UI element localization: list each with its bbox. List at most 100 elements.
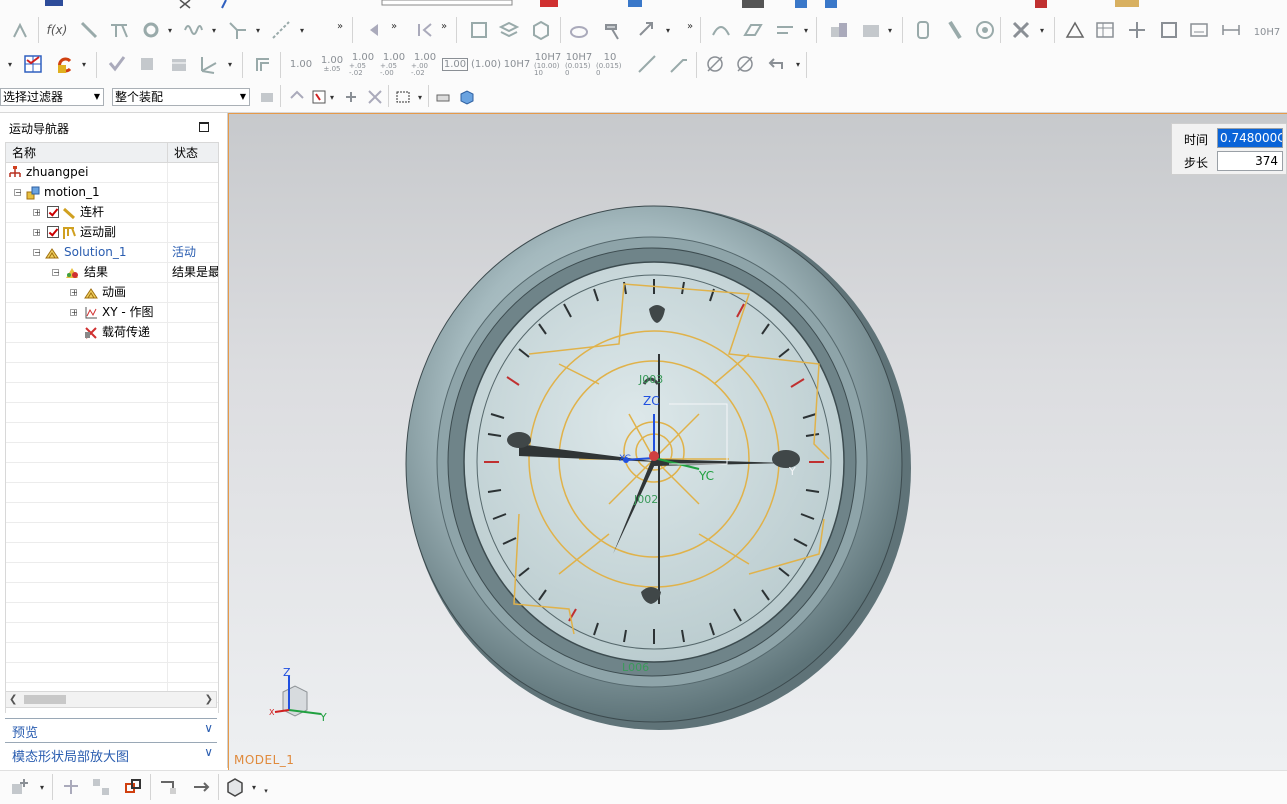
axes-icon[interactable]	[196, 52, 222, 76]
assembly-icon[interactable]	[826, 18, 852, 42]
cylinder-icon[interactable]	[910, 18, 936, 42]
spring-icon[interactable]	[180, 18, 206, 42]
dropdown-arrow[interactable]: ▾	[226, 52, 234, 76]
layers-icon[interactable]	[496, 18, 522, 42]
overflow-chevron-icon[interactable]: »	[336, 14, 344, 38]
dropdown-arrow[interactable]: ▾	[80, 52, 88, 76]
undo-redo-icon[interactable]	[52, 52, 78, 76]
sheet-icon[interactable]	[1186, 18, 1212, 42]
part-2-icon[interactable]	[166, 52, 192, 76]
clock-model-render[interactable]	[229, 114, 1287, 770]
move-component-icon[interactable]	[120, 775, 146, 799]
gear-icon[interactable]	[138, 18, 164, 42]
overflow-chevron-icon[interactable]: »	[686, 14, 694, 38]
expression-fx-button[interactable]: f(x)	[44, 18, 70, 42]
tree-row-results[interactable]: − 结果 结果是最	[6, 263, 218, 283]
marker-icon[interactable]	[268, 18, 294, 42]
preview-section-header[interactable]: 预览 ∨	[5, 718, 217, 741]
surface-icon[interactable]	[740, 18, 766, 42]
diameter-icon[interactable]	[702, 52, 728, 76]
tolerance-button[interactable]: 1.00	[287, 52, 315, 76]
ribbon-top-icons[interactable]	[0, 0, 1287, 12]
expand-toggle-icon[interactable]: +	[70, 289, 78, 297]
hammer-icon[interactable]	[600, 18, 626, 42]
scroll-thumb[interactable]	[24, 695, 66, 704]
surface-finish-icon[interactable]	[634, 52, 660, 76]
check-tool-icon[interactable]	[104, 52, 130, 76]
joint-icon[interactable]	[224, 18, 250, 42]
contact-icon[interactable]	[566, 18, 592, 42]
tree-row-solution[interactable]: − Solution_1 活动	[6, 243, 218, 263]
tree-horizontal-scrollbar[interactable]: ❮ ❯	[5, 691, 217, 708]
dropdown-arrow[interactable]: ▾	[886, 18, 894, 42]
tolerance-button[interactable]: 1.00 +.05 -.02	[349, 52, 377, 77]
dropdown-arrow[interactable]: ▾	[1038, 18, 1046, 42]
expand-toggle-icon[interactable]: +	[70, 309, 78, 317]
dropdown-arrow[interactable]: ▾	[250, 775, 258, 799]
dropdown-arrow[interactable]: ▾	[802, 18, 810, 42]
display-cube-icon[interactable]	[222, 775, 248, 799]
point-constructor-icon[interactable]	[338, 85, 364, 109]
fit-button[interactable]: 10H7	[503, 52, 531, 76]
bolt-icon[interactable]	[942, 18, 968, 42]
tree-row-zhuangpei[interactable]: zhuangpei	[6, 163, 218, 183]
dropdown-arrow[interactable]: ▾	[416, 85, 424, 109]
tolerance-button-reference[interactable]: (1.00)	[471, 52, 501, 76]
part-icon[interactable]	[134, 52, 160, 76]
tolerance-button[interactable]: 1.00 ±.05	[318, 52, 346, 76]
cube-icon[interactable]	[528, 18, 554, 42]
pencil-icon[interactable]	[76, 18, 102, 42]
visibility-checkbox[interactable]	[47, 206, 59, 218]
fit-button[interactable]: 10H7 (10.00) 10	[534, 52, 562, 77]
mode-shape-zoom-section-header[interactable]: 模态形状局部放大图 ∨	[5, 742, 217, 765]
dropdown-arrow[interactable]: ▾	[254, 18, 262, 42]
collapse-toggle-icon[interactable]: −	[52, 269, 60, 277]
tree-row-motion[interactable]: − motion_1	[6, 183, 218, 203]
dropdown-arrow[interactable]: ▾	[328, 85, 336, 109]
sketch-icon[interactable]	[8, 18, 34, 42]
column-header-name[interactable]: 名称	[6, 143, 167, 163]
view-triad[interactable]	[265, 662, 345, 732]
fit-tolerance-button[interactable]: 10H7	[1250, 20, 1284, 44]
select-grid-icon[interactable]	[20, 52, 46, 76]
scroll-right-icon[interactable]: ❯	[205, 692, 213, 707]
expand-toggle-icon[interactable]: +	[33, 229, 41, 237]
step-input[interactable]: 374	[1217, 151, 1283, 171]
datum-icon[interactable]	[250, 52, 276, 76]
frame-icon[interactable]	[1156, 18, 1182, 42]
dropdown-arrow[interactable]: ▾	[794, 52, 802, 76]
tree-row-xy-plot[interactable]: + XY - 作图	[6, 303, 218, 323]
force-icon[interactable]	[634, 18, 660, 42]
link-tool-icon[interactable]	[106, 18, 132, 42]
dropdown-arrow[interactable]: ▾	[298, 18, 306, 42]
component-icon[interactable]	[466, 18, 492, 42]
grid-plus-icon[interactable]	[1124, 18, 1150, 42]
collapse-toggle-icon[interactable]: −	[33, 249, 41, 257]
tree-row-load-transfer[interactable]: 载荷传递	[6, 323, 218, 343]
eraser-icon[interactable]	[430, 85, 456, 109]
visibility-checkbox[interactable]	[47, 226, 59, 238]
table-icon[interactable]	[1092, 18, 1118, 42]
tools-icon[interactable]	[1008, 18, 1034, 42]
diameter-2-icon[interactable]	[732, 52, 758, 76]
exploded-view-icon[interactable]	[188, 775, 214, 799]
dimension-icon[interactable]	[1218, 18, 1244, 42]
tolerance-button-boxed[interactable]: 1.00	[441, 52, 469, 76]
tolerance-button[interactable]: 1.00 +.05 -.00	[380, 52, 408, 77]
intersect-icon[interactable]	[362, 85, 388, 109]
curve-icon[interactable]	[708, 18, 734, 42]
rectangle-select-icon[interactable]	[390, 85, 416, 109]
assembly-2-icon[interactable]	[858, 18, 884, 42]
expand-toggle-icon[interactable]: +	[33, 209, 41, 217]
dropdown-arrow[interactable]: ▾	[664, 18, 672, 42]
pattern-icon[interactable]	[88, 775, 114, 799]
bearing-icon[interactable]	[972, 18, 998, 42]
time-input[interactable]: 0.748000C	[1217, 128, 1283, 148]
selection-filter-select[interactable]: 选择过滤器 ▼	[0, 88, 104, 106]
column-header-state[interactable]: 状态	[167, 143, 218, 163]
tree-row-joints[interactable]: + 运动副	[6, 223, 218, 243]
overflow-chevron-icon[interactable]: »	[390, 14, 398, 38]
dropdown-arrow[interactable]: ▾	[210, 18, 218, 42]
scroll-left-icon[interactable]: ❮	[9, 692, 17, 707]
add-component-icon[interactable]	[6, 775, 32, 799]
